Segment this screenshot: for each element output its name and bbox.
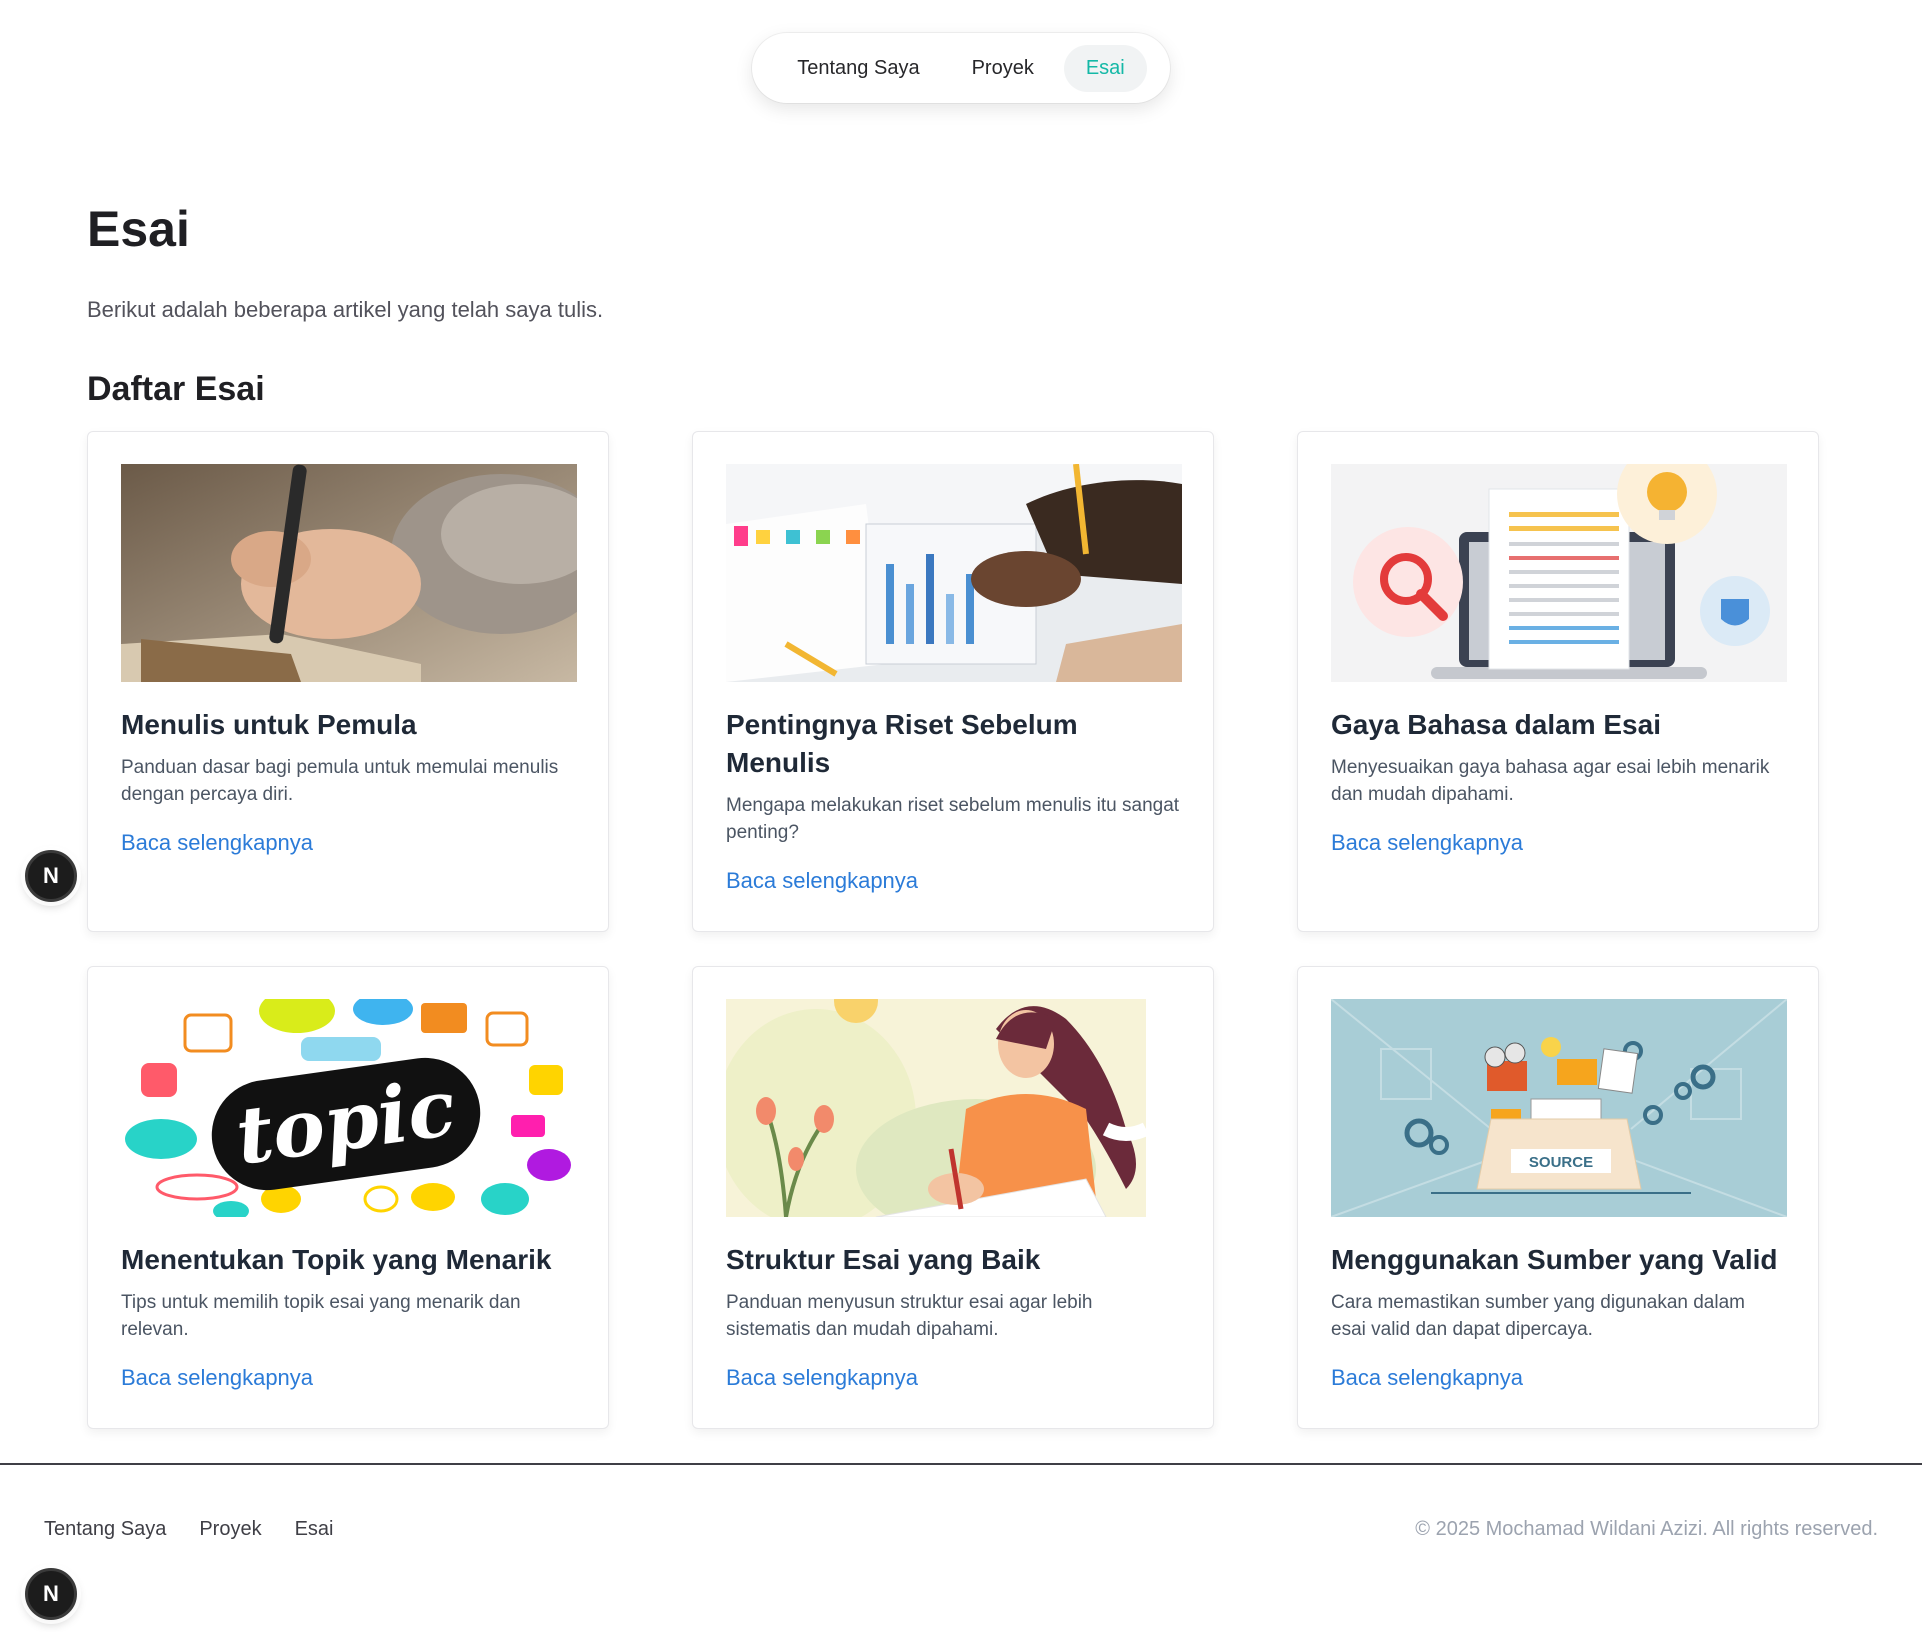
read-more-link[interactable]: Baca selengkapnya [121,830,313,856]
card-title: Gaya Bahasa dalam Esai [1331,709,1661,740]
card-image-woman-writing [726,999,1182,1217]
page-title: Esai [87,201,190,257]
card-description: Panduan menyusun struktur esai agar lebi… [726,1292,1093,1340]
essay-card: Menulis untuk Pemula Panduan dasar bagi … [87,431,609,932]
nav-esai[interactable]: Esai [1063,44,1147,92]
read-more-link[interactable]: Baca selengkapnya [121,1365,313,1391]
read-more-link[interactable]: Baca selengkapnya [726,1365,918,1391]
nav-tentang-saya[interactable]: Tentang Saya [775,45,941,92]
n-badge-icon[interactable]: N [25,850,77,902]
read-more-link[interactable]: Baca selengkapnya [726,868,918,894]
essay-card: topic Menentukan Topik yang Menarik Tips… [87,966,609,1429]
card-title: Menulis untuk Pemula [121,709,417,740]
card-image-source-box: SOURCE [1331,999,1787,1217]
footer-divider [0,1463,1922,1465]
card-title: Pentingnya Riset Sebelum Menulis [726,709,1078,778]
footer-link-tentang-saya[interactable]: Tentang Saya [44,1518,166,1541]
card-image-research-charts [726,464,1182,682]
read-more-link[interactable]: Baca selengkapnya [1331,830,1523,856]
page-intro: Berikut adalah beberapa artikel yang tel… [87,297,604,322]
card-title: Struktur Esai yang Baik [726,1244,1041,1275]
essay-card: Pentingnya Riset Sebelum Menulis Mengapa… [692,431,1214,932]
top-nav: Tentang Saya Proyek Esai [752,33,1170,103]
card-title: Menentukan Topik yang Menarik [121,1244,552,1275]
card-description: Menyesuaikan gaya bahasa agar esai lebih… [1331,757,1770,805]
footer-link-proyek[interactable]: Proyek [199,1518,261,1541]
card-image-laptop-document [1331,464,1787,682]
footer-link-esai[interactable]: Esai [295,1518,334,1541]
essay-card: SOURCE Menggunakan Sumber yang Valid Car… [1297,966,1819,1429]
essay-card: Struktur Esai yang Baik Panduan menyusun… [692,966,1214,1429]
source-label: SOURCE [1529,1154,1593,1171]
card-description: Tips untuk memilih topik esai yang menar… [121,1292,521,1340]
card-title: Menggunakan Sumber yang Valid [1331,1244,1778,1275]
n-badge-icon[interactable]: N [25,1568,77,1620]
card-image-hand-writing [121,464,577,682]
footer-nav: Tentang Saya Proyek Esai [44,1518,333,1541]
copyright-text: © 2025 Mochamad Wildani Azizi. All right… [1415,1518,1878,1540]
card-image-topic-bubbles: topic [121,999,577,1217]
section-title: Daftar Esai [87,370,265,408]
card-description: Cara memastikan sumber yang digunakan da… [1331,1292,1745,1340]
card-description: Mengapa melakukan riset sebelum menulis … [726,795,1180,843]
card-description: Panduan dasar bagi pemula untuk memulai … [121,757,559,805]
read-more-link[interactable]: Baca selengkapnya [1331,1365,1523,1391]
nav-proyek[interactable]: Proyek [950,45,1056,92]
essay-card: Gaya Bahasa dalam Esai Menyesuaikan gaya… [1297,431,1819,932]
